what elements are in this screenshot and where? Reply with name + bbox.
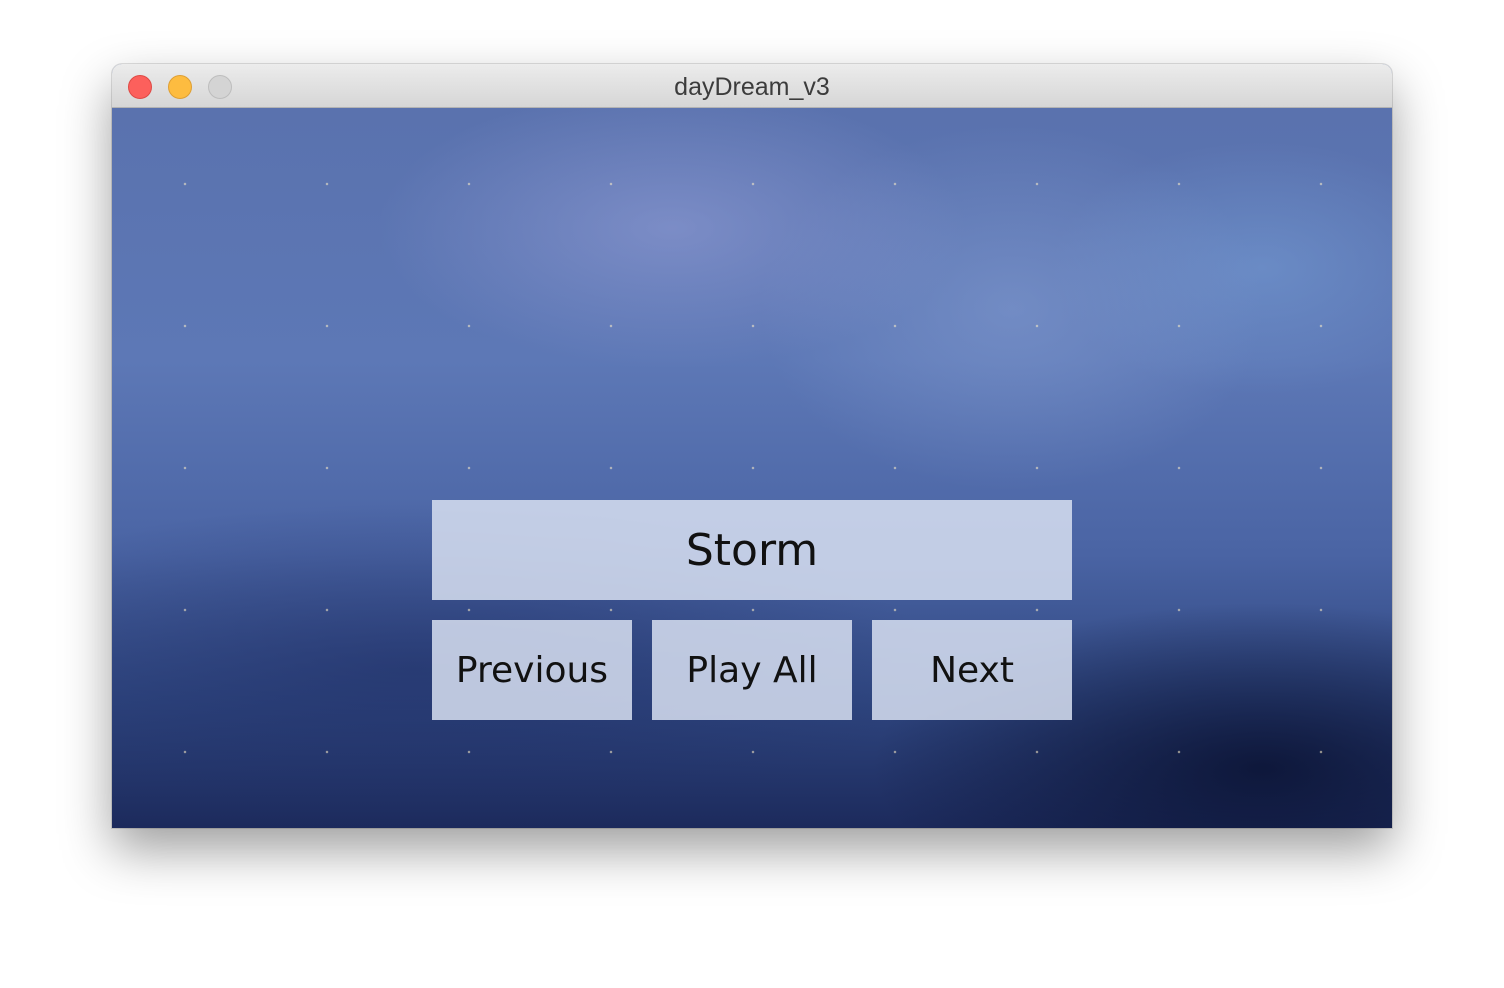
video-background: Storm Previous Play All Next bbox=[112, 108, 1392, 828]
current-scene-title: Storm bbox=[432, 500, 1072, 600]
next-button[interactable]: Next bbox=[872, 620, 1072, 720]
app-window: dayDream_v3 Storm Previous Play All Next bbox=[112, 64, 1392, 828]
play-all-button[interactable]: Play All bbox=[652, 620, 852, 720]
previous-button[interactable]: Previous bbox=[432, 620, 632, 720]
title-bar[interactable]: dayDream_v3 bbox=[112, 64, 1392, 108]
window-title: dayDream_v3 bbox=[674, 73, 830, 101]
background-dot-grid bbox=[112, 108, 1392, 828]
